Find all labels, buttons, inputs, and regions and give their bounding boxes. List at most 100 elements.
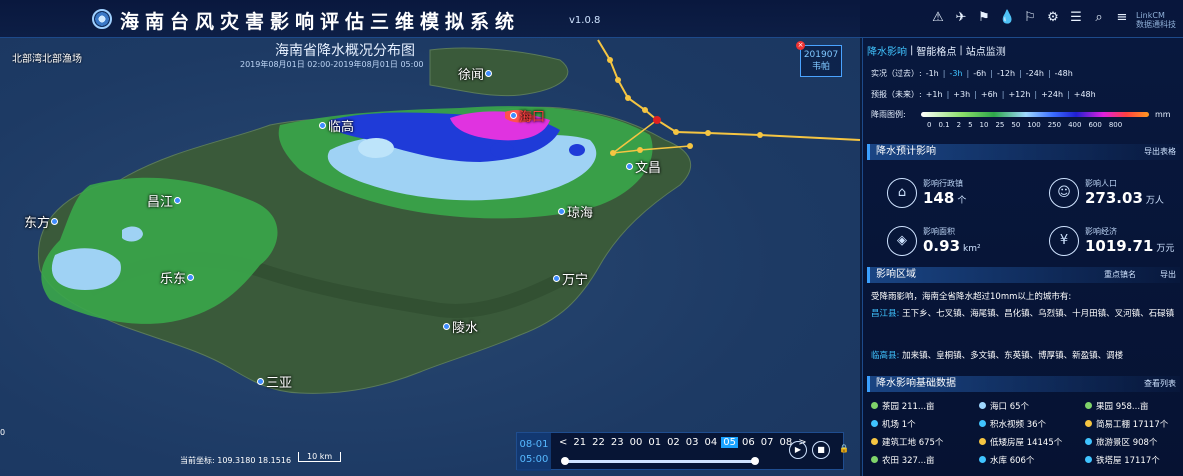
hour-tick[interactable]: 22: [590, 437, 607, 448]
dot-icon: [871, 420, 878, 427]
region-section-header: 影响区域 重点镇名 导出: [867, 267, 1180, 283]
city-changjiang[interactable]: 昌江: [147, 191, 182, 210]
hour-tick[interactable]: 04: [703, 437, 720, 448]
hour-tick[interactable]: 21: [571, 437, 588, 448]
rain-lightblue-west: [51, 248, 121, 290]
slider-start-handle[interactable]: [561, 457, 569, 465]
tab-smart-grid[interactable]: 智能格点: [916, 43, 956, 58]
stat-label: 影响人口: [1085, 179, 1117, 188]
lock-icon[interactable]: 🔒: [835, 441, 853, 459]
timeline-time: 05:00: [519, 454, 549, 465]
typhoon-current: [653, 116, 661, 124]
menu-icon[interactable]: ≡: [1114, 10, 1130, 26]
forecast-option[interactable]: +1h: [926, 90, 943, 99]
export-tables-button[interactable]: 导出表格: [1144, 144, 1176, 160]
base-item[interactable]: 铁塔屋 17117个: [1085, 452, 1181, 467]
hour-tick[interactable]: 01: [646, 437, 663, 448]
base-data-title: 降水影响基础数据: [876, 378, 956, 389]
play-icon[interactable]: ▶: [789, 441, 807, 459]
settings-icon[interactable]: ⚙: [1045, 10, 1061, 26]
region-line-lingao: 临高县: 加来镇、皇桐镇、多文镇、东英镇、博厚镇、新盈镇、调楼: [871, 348, 1177, 365]
city-lingshui[interactable]: 陵水: [442, 317, 478, 336]
city-wenchang[interactable]: 文昌: [625, 157, 661, 176]
legend-value: 50: [1011, 121, 1021, 129]
city-qionghai[interactable]: 琼海: [557, 202, 593, 221]
region-city: 昌江县:: [871, 309, 900, 319]
observed-option[interactable]: -24h: [1026, 69, 1044, 78]
observed-option[interactable]: -48h: [1055, 69, 1073, 78]
hour-tick[interactable]: 06: [740, 437, 757, 448]
tab-station[interactable]: 站点监测: [966, 43, 1006, 58]
city-haikou[interactable]: 海口: [509, 106, 545, 125]
base-item[interactable]: 农田 327...亩: [871, 452, 979, 467]
forecast-option[interactable]: +3h: [953, 90, 970, 99]
forecast-option[interactable]: +48h: [1074, 90, 1096, 99]
stat-value: 0.93 km²: [923, 237, 981, 255]
key-towns-button[interactable]: 重点镇名: [1104, 267, 1136, 283]
satellite-icon[interactable]: ✈: [953, 10, 969, 26]
hour-tick[interactable]: 02: [665, 437, 682, 448]
layers-icon[interactable]: ☰: [1068, 10, 1084, 26]
forecast-row: 预报（未来）: +1h | +3h | +6h | +12h | +24h | +48h: [871, 90, 1096, 99]
city-xuwen[interactable]: 徐闻: [458, 64, 493, 83]
alarm-icon[interactable]: ⚠: [930, 10, 946, 26]
typhoon-tag[interactable]: × 201907 韦帕: [796, 41, 842, 77]
legend-value: 400: [1068, 121, 1082, 129]
slider-end-handle[interactable]: [751, 457, 759, 465]
forecast-option[interactable]: +6h: [981, 90, 998, 99]
timeline-player[interactable]: 08-01 05:00 < 21 22 23 00 01 02 03 04 05…: [516, 432, 849, 471]
base-item[interactable]: 旅游景区 908个: [1085, 434, 1181, 449]
base-item[interactable]: 茶园 211...亩: [871, 398, 979, 413]
map-canvas[interactable]: [0, 0, 860, 476]
observed-option[interactable]: -12h: [997, 69, 1015, 78]
base-item[interactable]: 海口 65个: [979, 398, 1085, 413]
base-item[interactable]: 果园 958...亩: [1085, 398, 1181, 413]
base-item[interactable]: 水库 606个: [979, 452, 1085, 467]
region-export-button[interactable]: 导出: [1160, 267, 1176, 283]
city-ledong[interactable]: 乐东: [160, 268, 195, 287]
hour-tick[interactable]: 07: [759, 437, 776, 448]
hour-tick-active[interactable]: 05: [721, 437, 738, 448]
city-sanya[interactable]: 三亚: [256, 372, 292, 391]
stat-towns: ⌂ 影响行政镇 148 个: [887, 174, 1037, 214]
rain-drop-icon[interactable]: 💧: [999, 10, 1015, 26]
legend-value: 800: [1108, 121, 1123, 129]
stat-unit: 个: [957, 196, 967, 206]
region-towns: 王下乡、七叉镇、海尾镇、昌化镇、乌烈镇、十月田镇、叉河镇、石碌镇: [902, 309, 1175, 319]
search-icon[interactable]: ⌕: [1091, 10, 1107, 26]
map-view[interactable]: 北部湾北部渔场 海南省降水概况分布图 2019年08月01日 02:00-201…: [0, 0, 860, 476]
logo-icon: [92, 9, 112, 29]
hour-tick[interactable]: 03: [684, 437, 701, 448]
timeline-controls: ▶ ■ 🔒: [789, 441, 853, 459]
view-list-button[interactable]: 查看列表: [1144, 376, 1176, 392]
city-wanning[interactable]: 万宁: [552, 269, 588, 288]
forecast-option[interactable]: +12h: [1008, 90, 1030, 99]
tab-rain-impact[interactable]: 降水影响: [867, 43, 907, 58]
base-item-label: 茶园 211...亩: [882, 401, 935, 412]
base-item[interactable]: 机场 1个: [871, 416, 979, 431]
city-dongfang[interactable]: 东方: [24, 212, 59, 231]
forecast-option[interactable]: +24h: [1041, 90, 1063, 99]
base-item[interactable]: 积水视频 36个: [979, 416, 1085, 431]
timeline-slider[interactable]: [561, 457, 759, 465]
stat-label: 影响经济: [1085, 227, 1117, 236]
observed-option[interactable]: -6h: [973, 69, 986, 78]
base-item[interactable]: 低矮房屋 14145个: [979, 434, 1085, 449]
hour-tick[interactable]: 23: [609, 437, 626, 448]
timeline-prev[interactable]: <: [557, 437, 569, 448]
legend-value: 0.1: [938, 121, 950, 129]
observed-option-active[interactable]: -3h: [949, 69, 962, 78]
dot-icon: [1085, 402, 1092, 409]
toolbar: ⚠ ✈ ⚑ 💧 ⚐ ⚙ ☰ ⌕ ≡: [930, 10, 1130, 26]
base-item[interactable]: 简易工棚 17117个: [1085, 416, 1181, 431]
stop-icon[interactable]: ■: [812, 441, 830, 459]
close-icon[interactable]: ×: [796, 41, 805, 50]
base-item-label: 农田 327...亩: [882, 455, 935, 466]
base-item[interactable]: 建筑工地 675个: [871, 434, 979, 449]
observed-option[interactable]: -1h: [926, 69, 939, 78]
hour-tick[interactable]: 00: [628, 437, 645, 448]
banner-icon[interactable]: ⚐: [1022, 10, 1038, 26]
city-lingao[interactable]: 临高: [318, 116, 354, 135]
flag-icon[interactable]: ⚑: [976, 10, 992, 26]
base-item-label: 铁塔屋 17117个: [1096, 455, 1160, 466]
